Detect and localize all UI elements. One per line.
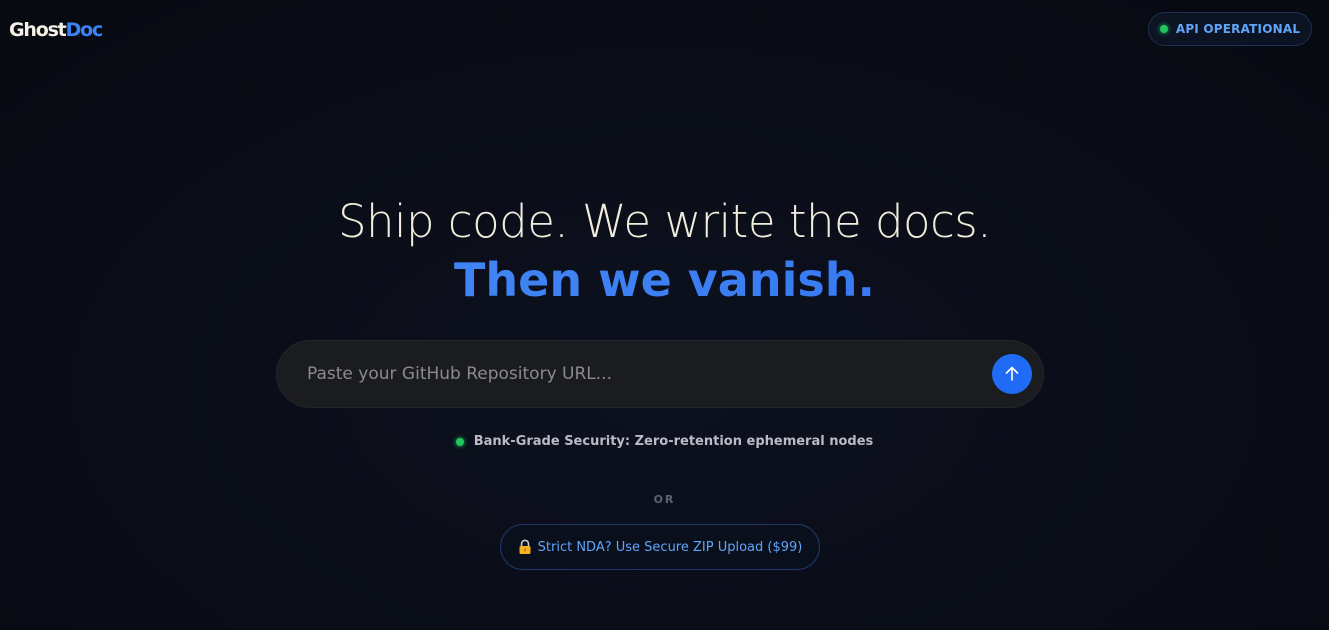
security-note: Bank-Grade Security: Zero-retention ephe… (0, 434, 1329, 449)
secure-zip-upload-button[interactable]: Strict NDA? Use Secure ZIP Upload ($99) (500, 524, 820, 570)
repo-url-form (276, 340, 1044, 408)
or-divider: OR (653, 493, 676, 506)
secure-zip-upload-label: Strict NDA? Use Secure ZIP Upload ($99) (537, 539, 803, 555)
repo-url-input[interactable] (307, 341, 987, 407)
logo[interactable]: GhostDoc (9, 19, 104, 41)
hero-headline: Ship code. We write the docs. (337, 195, 992, 248)
security-note-text: Bank-Grade Security: Zero-retention ephe… (473, 434, 874, 449)
logo-doc-text: Doc (65, 19, 104, 41)
api-status-label: API OPERATIONAL (1175, 22, 1301, 36)
logo-ghost-text: Ghost (9, 19, 67, 41)
hero-subheadline: Then we vanish. (0, 250, 1329, 310)
security-indicator-dot (455, 437, 464, 446)
hero-section: Ship code. We write the docs. Then we va… (0, 194, 1329, 310)
arrow-up-icon (1005, 366, 1019, 381)
lock-icon (519, 539, 531, 554)
api-status-badge: API OPERATIONAL (1148, 12, 1312, 46)
submit-button[interactable] (992, 354, 1032, 394)
status-indicator-dot (1159, 25, 1168, 33)
